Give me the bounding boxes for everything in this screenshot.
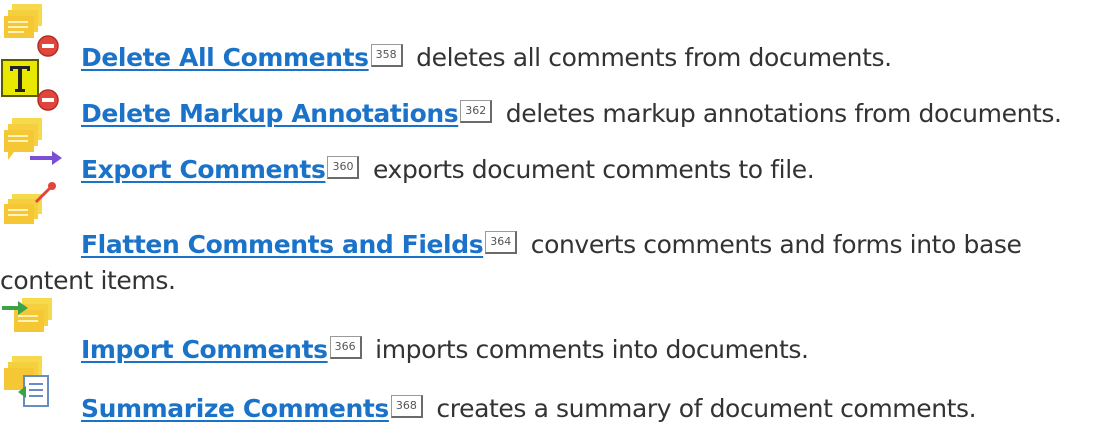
item-description: converts comments and forms into base	[523, 230, 1022, 259]
delete-markup-icon	[0, 58, 68, 118]
item-text: Export Comments 360 exports document comm…	[81, 155, 815, 185]
item-description: deletes markup annotations from document…	[498, 99, 1062, 128]
item-text: Delete All Comments 358 deletes all comme…	[81, 43, 892, 73]
summarize-comments-link[interactable]: Summarize Comments	[81, 394, 389, 423]
item-text: Summarize Comments 368 creates a summary …	[81, 394, 977, 424]
item-description-continued: content items.	[0, 266, 176, 295]
item-description: exports document comments to file.	[365, 155, 815, 184]
page-reference[interactable]: 364	[485, 230, 518, 254]
flatten-comments-icon	[0, 180, 68, 240]
page-reference[interactable]: 358	[370, 43, 403, 67]
summarize-comments-icon	[0, 352, 68, 412]
page-reference[interactable]: 368	[390, 394, 423, 418]
page-reference[interactable]: 366	[329, 335, 362, 359]
item-description: deletes all comments from documents.	[408, 43, 892, 72]
export-comments-link[interactable]: Export Comments	[81, 155, 326, 184]
import-comments-link[interactable]: Import Comments	[81, 335, 328, 364]
delete-all-comments-link[interactable]: Delete All Comments	[81, 43, 369, 72]
page-reference[interactable]: 362	[460, 99, 493, 123]
item-text: Flatten Comments and Fields 364 converts …	[81, 230, 1022, 260]
item-text: Delete Markup Annotations 362 deletes mar…	[81, 99, 1062, 129]
delete-markup-annotations-link[interactable]: Delete Markup Annotations	[81, 99, 459, 128]
item-text: Import Comments 366 imports comments into…	[81, 335, 809, 365]
export-comments-icon	[0, 114, 68, 174]
page-reference[interactable]: 360	[327, 155, 360, 179]
import-comments-icon	[0, 294, 68, 354]
flatten-comments-and-fields-link[interactable]: Flatten Comments and Fields	[81, 230, 484, 259]
item-description: imports comments into documents.	[367, 335, 809, 364]
delete-comments-icon	[0, 2, 68, 62]
item-description: creates a summary of document comments.	[428, 394, 977, 423]
